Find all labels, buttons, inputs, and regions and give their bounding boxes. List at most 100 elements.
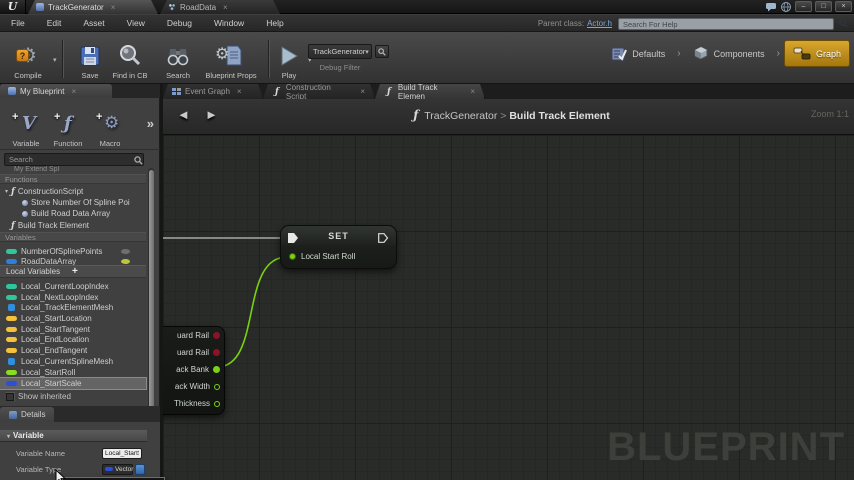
mouse-cursor — [55, 469, 67, 480]
add-variable-button[interactable]: + V Variable — [4, 102, 48, 148]
local-variable-row[interactable]: Local_TrackElementMesh — [0, 302, 146, 313]
breadcrumb-current[interactable]: Build Track Element — [509, 110, 609, 122]
node-pin-row[interactable]: Thickness — [174, 399, 220, 408]
mode-separator: › — [677, 48, 681, 59]
magnifier-icon — [120, 45, 141, 66]
blueprint-props-button[interactable]: ⚙ Blueprint Props — [198, 36, 264, 82]
event-graph-icon — [172, 88, 181, 95]
pin-track-bank[interactable] — [213, 366, 220, 373]
debug-filter-dropdown[interactable]: TrackGenerator ▾ — [308, 44, 372, 59]
search-button[interactable]: Search — [158, 36, 198, 82]
close-panel-icon[interactable]: × — [71, 87, 76, 96]
node-pin-row[interactable]: ack Width — [175, 382, 220, 391]
menu-file[interactable]: File — [0, 18, 36, 28]
mode-graph-button[interactable]: Graph — [783, 40, 850, 67]
graph-tab-build-track-element[interactable]: ƒ Build Track Elemen × — [375, 84, 485, 99]
my-blueprint-actions: + V Variable + ƒ Function + ⚙ Macro » — [0, 98, 160, 150]
menu-help[interactable]: Help — [255, 18, 294, 28]
menu-debug[interactable]: Debug — [156, 18, 203, 28]
graph-canvas[interactable]: uard Rail uard Rail ack Bank ack Width T… — [163, 135, 854, 480]
menu-asset[interactable]: Asset — [72, 18, 115, 28]
functions-section-header: Functions — [0, 174, 146, 184]
blueprint-editor-window: U TrackGenerator × RoadData × – □ × File… — [0, 0, 854, 480]
exec-in-pin[interactable] — [288, 233, 299, 243]
breadcrumb-root[interactable]: TrackGenerator — [424, 110, 497, 122]
add-local-variable-button[interactable]: + — [72, 266, 78, 278]
local-variable-row[interactable]: Local_CurrentLoopIndex — [0, 281, 146, 292]
close-tab-icon[interactable]: × — [360, 87, 365, 96]
help-search-input[interactable] — [618, 18, 834, 30]
blueprint-search-input[interactable] — [4, 153, 144, 166]
add-function-button[interactable]: + ƒ Function — [46, 102, 90, 148]
feedback-bubble-icon[interactable] — [765, 2, 777, 12]
variables-section-header: Variables — [0, 232, 146, 242]
tree-item-constructionscript[interactable]: ▾ ƒ ConstructionScript — [0, 186, 146, 197]
compile-options-caret[interactable]: ▾ — [53, 56, 57, 64]
variable-type-dropdown[interactable]: Vector▾ — [102, 463, 138, 475]
asset-tab-trackgenerator[interactable]: TrackGenerator × — [28, 0, 158, 14]
compile-unknown-icon: ? — [16, 49, 29, 62]
pin-thickness[interactable] — [214, 400, 220, 407]
tree-item-build-track-element[interactable]: ƒ Build Track Element — [0, 220, 146, 231]
add-macro-button[interactable]: + ⚙ Macro — [88, 102, 132, 148]
mode-components-button[interactable]: Components — [685, 40, 773, 67]
search-icon — [378, 47, 386, 56]
tree-item-build-road-data[interactable]: Build Road Data Array — [0, 208, 146, 219]
checkbox-icon[interactable] — [6, 392, 14, 401]
close-button[interactable]: × — [835, 1, 852, 12]
expand-panel-chevron-icon[interactable]: » — [147, 116, 154, 131]
menu-window[interactable]: Window — [203, 18, 255, 28]
function-icon: ƒ — [64, 113, 72, 134]
show-inherited-checkbox[interactable]: Show inherited — [6, 392, 146, 401]
my-blueprint-tab[interactable]: My Blueprint × — [0, 84, 112, 98]
variable-section-header[interactable]: ▾ Variable — [0, 430, 147, 442]
variable-row[interactable]: NumberOfSplinePoints — [0, 246, 146, 257]
play-button[interactable]: Play — [272, 36, 306, 82]
node-pin-row[interactable]: ack Bank — [176, 365, 220, 374]
close-tab-icon[interactable]: × — [223, 3, 228, 12]
pin-track-width[interactable] — [214, 383, 220, 390]
exec-out-pin[interactable] — [378, 233, 389, 243]
debug-filter-search-button[interactable] — [375, 45, 389, 58]
menu-edit[interactable]: Edit — [36, 18, 73, 28]
array-toggle-button[interactable] — [135, 463, 145, 475]
find-in-cb-button[interactable]: Find in CB — [104, 36, 156, 82]
local-variable-row[interactable]: Local_EndLocation — [0, 334, 146, 345]
restore-button[interactable]: □ — [815, 1, 832, 12]
minimize-button[interactable]: – — [795, 1, 812, 12]
compile-button[interactable]: ⚙? Compile — [4, 36, 52, 82]
variable-type-pill — [6, 249, 17, 254]
close-tab-icon[interactable]: × — [470, 87, 475, 96]
local-variable-row[interactable]: Local_StartRoll — [0, 367, 146, 378]
local-variable-row[interactable]: Local_StartLocation — [0, 313, 146, 324]
graph-tab-event-graph[interactable]: Event Graph × — [163, 84, 263, 99]
parent-class-link[interactable]: Actor.h — [587, 19, 612, 28]
details-tab[interactable]: Details — [0, 407, 55, 422]
tree-item-store-number[interactable]: Store Number Of Spline Poi — [0, 197, 146, 208]
local-variable-row[interactable]: Local_CurrentSplineMesh — [0, 356, 146, 367]
graph-tab-construction-script[interactable]: ƒ Construction Script × — [263, 84, 375, 99]
editable-eye-icon[interactable] — [121, 259, 130, 264]
set-node[interactable]: SET Local Start Roll — [280, 225, 397, 269]
local-variable-row[interactable]: Local_NextLoopIndex — [0, 292, 146, 303]
expander-icon[interactable]: ▾ — [5, 188, 8, 195]
node-pin-row[interactable]: uard Rail — [177, 331, 220, 340]
editable-eye-icon[interactable] — [121, 249, 130, 254]
node-pin-row[interactable]: uard Rail — [177, 348, 220, 357]
partial-node[interactable]: uard Rail uard Rail ack Bank ack Width T… — [163, 326, 225, 415]
asset-tab-roaddata[interactable]: RoadData × — [160, 0, 280, 14]
pin-guard-rail[interactable] — [213, 349, 220, 356]
local-variable-row[interactable]: Local_StartTangent — [0, 324, 146, 335]
close-tab-icon[interactable]: × — [111, 3, 116, 12]
close-tab-icon[interactable]: × — [237, 87, 242, 96]
mode-defaults-button[interactable]: Defaults — [603, 41, 673, 67]
variable-name-input[interactable] — [102, 447, 142, 459]
local-variable-row[interactable]: Local_EndTangent — [0, 345, 146, 356]
pin-guard-rail[interactable] — [213, 332, 220, 339]
clipped-tree-item[interactable]: My Extend Spl — [0, 166, 146, 173]
node-pin-row[interactable]: Local Start Roll — [289, 252, 355, 261]
globe-icon[interactable] — [780, 1, 792, 12]
menu-view[interactable]: View — [116, 18, 156, 28]
local-variable-row-selected[interactable]: Local_StartScale — [0, 377, 147, 390]
pin-local-start-roll[interactable] — [289, 253, 296, 260]
